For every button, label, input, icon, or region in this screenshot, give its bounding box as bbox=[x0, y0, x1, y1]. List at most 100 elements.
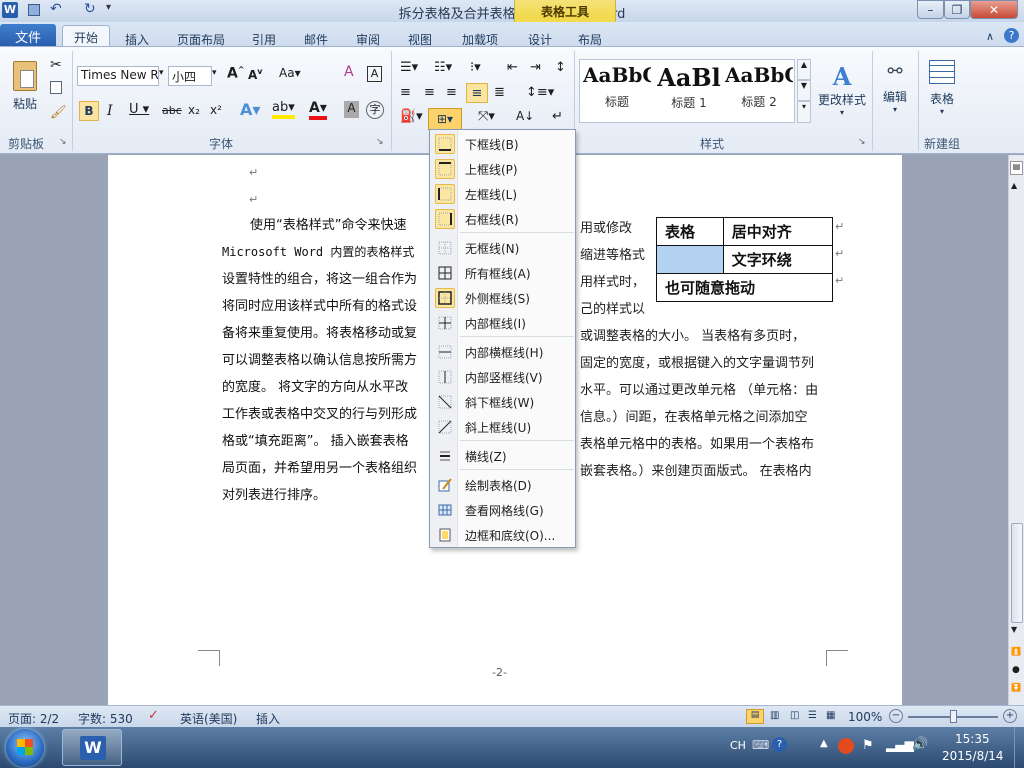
bold-button[interactable]: B bbox=[79, 101, 99, 121]
style-heading-1[interactable]: AaBl 标题 1 bbox=[655, 63, 723, 121]
menu-item-border-inside[interactable]: 内部框线(I) bbox=[431, 311, 574, 335]
bullets-icon[interactable]: ☰▾ bbox=[400, 60, 418, 75]
menu-item-diagonal-up[interactable]: 斜上框线(U) bbox=[431, 415, 574, 439]
shrink-font-icon[interactable]: Av bbox=[248, 67, 263, 82]
styles-more-icon[interactable]: ▾ bbox=[797, 101, 811, 123]
styles-launcher-icon[interactable]: ↘ bbox=[858, 137, 866, 147]
next-page-icon[interactable]: ⏬ bbox=[1011, 683, 1021, 692]
style-title[interactable]: AaBbC 标题 bbox=[583, 63, 651, 121]
menu-item-border-all[interactable]: 所有框线(A) bbox=[431, 261, 574, 285]
borders-button[interactable]: ⊞▾ bbox=[428, 108, 462, 130]
increase-indent-icon[interactable]: ⇥ bbox=[530, 60, 541, 75]
ime-keyboard-icon[interactable]: ⌨ bbox=[752, 738, 769, 752]
document-table[interactable]: 表格 居中对齐 文字环绕 也可随意拖动 bbox=[656, 217, 834, 302]
show-marks-icon[interactable]: ↵ bbox=[552, 109, 563, 124]
previous-page-icon[interactable]: ⏫ bbox=[1011, 647, 1021, 656]
proofing-icon[interactable]: ✓ bbox=[148, 708, 159, 723]
numbering-icon[interactable]: ☷▾ bbox=[434, 60, 452, 75]
ime-help-icon[interactable]: ? bbox=[772, 737, 787, 752]
menu-item-view-gridlines[interactable]: 查看网格线(G) bbox=[431, 498, 574, 522]
text-effects-icon[interactable]: A▾ bbox=[240, 100, 260, 119]
scroll-thumb[interactable] bbox=[1011, 523, 1023, 623]
align-right-icon[interactable]: ≡ bbox=[446, 85, 457, 100]
page-indicator[interactable]: 页面: 2/2 bbox=[8, 710, 59, 727]
menu-item-border-outside[interactable]: 外侧框线(S) bbox=[431, 286, 574, 310]
menu-item-diagonal-down[interactable]: 斜下框线(W) bbox=[431, 390, 574, 414]
sort-icon[interactable]: ↕ bbox=[555, 60, 566, 75]
zoom-slider-thumb[interactable] bbox=[950, 710, 957, 723]
clear-formatting-icon[interactable]: A bbox=[344, 64, 354, 80]
taskbar-word-button[interactable]: W bbox=[62, 729, 122, 766]
network-icon[interactable]: ▂▄▆ bbox=[886, 738, 914, 752]
full-screen-reading-icon[interactable]: ▥ bbox=[770, 710, 779, 721]
menu-item-border-none[interactable]: 无框线(N) bbox=[431, 236, 574, 260]
tray-expand-icon[interactable]: ▲ bbox=[820, 738, 828, 749]
justify-icon[interactable]: ≡ bbox=[466, 83, 488, 103]
clock-time[interactable]: 15:35 bbox=[955, 732, 990, 746]
menu-item-draw-table[interactable]: 绘制表格(D) bbox=[431, 473, 574, 497]
table-button[interactable]: 表格 ▾ bbox=[922, 57, 962, 119]
change-case-icon[interactable]: Aa▾ bbox=[279, 66, 301, 80]
underline-button[interactable]: U ▾ bbox=[129, 102, 149, 117]
zoom-out-icon[interactable]: − bbox=[889, 709, 903, 723]
draft-view-icon[interactable]: ▦ bbox=[826, 710, 835, 721]
tray-app-icon[interactable] bbox=[838, 738, 854, 754]
align-left-icon[interactable]: ≡ bbox=[400, 85, 411, 100]
paste-button[interactable]: 粘贴 bbox=[6, 55, 44, 117]
format-painter-icon[interactable]: 🖌 bbox=[50, 105, 67, 120]
language-indicator[interactable]: 英语(美国) bbox=[180, 710, 237, 727]
character-shading-icon[interactable]: A bbox=[344, 101, 359, 118]
styles-scroll-up-icon[interactable]: ▲ bbox=[797, 59, 811, 80]
ruler-toggle-icon[interactable]: ▤ bbox=[1010, 161, 1023, 175]
distributed-icon[interactable]: ≣ bbox=[494, 85, 505, 100]
word-count[interactable]: 字数: 530 bbox=[78, 710, 133, 727]
editing-button[interactable]: ⚯ 编辑 ▾ bbox=[876, 57, 914, 117]
sort-az-icon[interactable]: A↓ bbox=[516, 109, 534, 123]
highlight-color-icon[interactable]: ab▾ bbox=[272, 100, 295, 119]
menu-item-horizontal-line[interactable]: 横线(Z) bbox=[431, 444, 574, 468]
subscript-button[interactable]: x₂ bbox=[188, 103, 200, 117]
change-styles-button[interactable]: A 更改样式 ▾ bbox=[814, 57, 870, 121]
menu-item-border-right[interactable]: 右框线(R) bbox=[431, 207, 574, 231]
maximize-button[interactable]: ❐ bbox=[944, 0, 970, 19]
multilevel-list-icon[interactable]: ⁝▾ bbox=[470, 60, 481, 75]
italic-button[interactable]: I bbox=[107, 103, 113, 119]
cut-icon[interactable]: ✂ bbox=[50, 57, 62, 73]
ime-indicator[interactable]: CH bbox=[730, 739, 746, 752]
print-layout-icon[interactable]: ▤ bbox=[746, 709, 764, 724]
outline-view-icon[interactable]: ☰ bbox=[808, 710, 817, 721]
font-size-dropdown-icon[interactable]: ▾ bbox=[212, 68, 217, 78]
enclose-characters-icon[interactable]: 字 bbox=[366, 101, 384, 119]
grow-font-icon[interactable]: A^ bbox=[227, 65, 245, 82]
insert-mode[interactable]: 插入 bbox=[256, 710, 280, 727]
show-desktop-button[interactable] bbox=[1014, 727, 1024, 768]
style-heading-2[interactable]: AaBbC 标题 2 bbox=[725, 63, 793, 121]
web-layout-icon[interactable]: ◫ bbox=[790, 710, 799, 721]
chinese-layout-icon[interactable]: ⤧▾ bbox=[478, 109, 495, 124]
table-cell[interactable]: 居中对齐 bbox=[722, 217, 834, 246]
strikethrough-button[interactable]: abc bbox=[162, 104, 182, 117]
action-center-icon[interactable]: ⚑ bbox=[862, 738, 874, 753]
table-cell[interactable]: 表格 bbox=[656, 217, 724, 246]
decrease-indent-icon[interactable]: ⇤ bbox=[507, 60, 518, 75]
menu-item-border-top[interactable]: 上框线(P) bbox=[431, 157, 574, 181]
minimize-ribbon-icon[interactable]: ∧ bbox=[986, 30, 994, 43]
menu-item-border-inside-horizontal[interactable]: 内部横框线(H) bbox=[431, 340, 574, 364]
close-button[interactable]: ✕ bbox=[970, 0, 1018, 19]
table-cell-merged[interactable]: 也可随意拖动 bbox=[656, 273, 833, 302]
minimize-button[interactable]: – bbox=[917, 0, 944, 19]
help-icon[interactable]: ? bbox=[1004, 28, 1019, 43]
font-size-box[interactable]: 小四 bbox=[168, 66, 212, 86]
font-launcher-icon[interactable]: ↘ bbox=[376, 137, 384, 147]
zoom-in-icon[interactable]: + bbox=[1003, 709, 1017, 723]
menu-item-border-left[interactable]: 左框线(L) bbox=[431, 182, 574, 206]
volume-icon[interactable]: 🔊 bbox=[912, 737, 928, 752]
superscript-button[interactable]: x² bbox=[210, 103, 222, 117]
clock-date[interactable]: 2015/8/14 bbox=[942, 749, 1004, 763]
shading-icon[interactable]: ⛽▾ bbox=[400, 109, 423, 124]
font-color-icon[interactable]: A▾ bbox=[309, 100, 327, 120]
copy-icon[interactable] bbox=[50, 81, 62, 94]
styles-scroll-down-icon[interactable]: ▼ bbox=[797, 80, 811, 101]
zoom-level[interactable]: 100% bbox=[848, 710, 882, 724]
vertical-scrollbar[interactable]: ▤ ▲ ▼ ⏫ ● ⏬ bbox=[1008, 155, 1024, 705]
